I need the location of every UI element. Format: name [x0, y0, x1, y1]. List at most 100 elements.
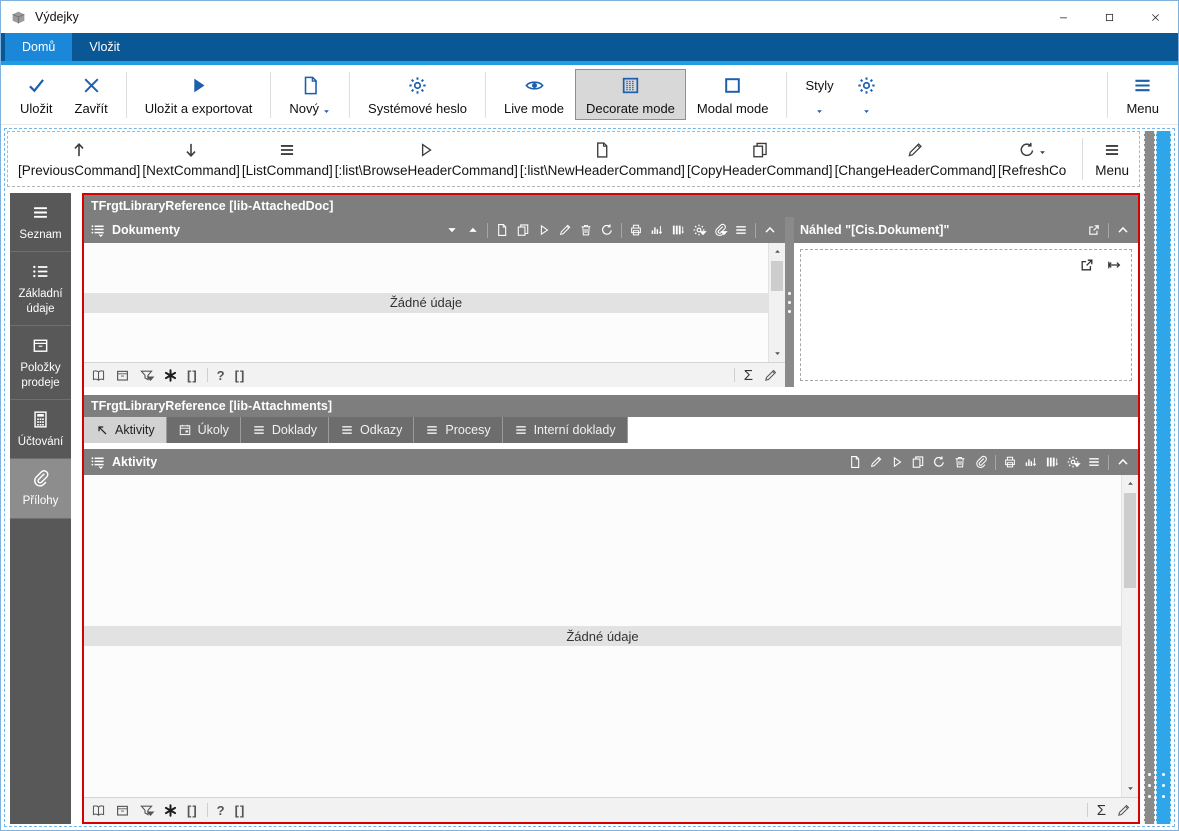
doc-icon[interactable] — [495, 223, 509, 237]
brackets-icon[interactable]: [] — [187, 803, 198, 818]
dokumenty-scrollbar[interactable] — [768, 243, 785, 362]
caret-down-icon[interactable] — [445, 223, 459, 237]
sidebar-item-seznam[interactable]: Seznam — [10, 193, 71, 253]
ribbon-tab-vlozit[interactable]: Vložit — [72, 33, 137, 61]
asterisk-icon[interactable] — [163, 803, 178, 818]
refresh-icon[interactable] — [932, 455, 946, 469]
printer-icon[interactable] — [629, 223, 643, 237]
dokumenty-grid[interactable]: Žádné údaje — [84, 243, 785, 362]
pencil-icon[interactable] — [1116, 803, 1131, 818]
brackets-icon[interactable]: [] — [235, 803, 246, 818]
sigma-icon[interactable]: Σ — [744, 367, 754, 384]
panel-menu-icon[interactable] — [90, 454, 106, 470]
command-menu-button[interactable]: Menu — [1095, 140, 1129, 178]
sidebar-item-prilohy[interactable]: Přílohy — [10, 459, 71, 519]
close-button[interactable] — [1132, 1, 1178, 33]
panel-menu-icon[interactable] — [90, 222, 106, 238]
tab-odkazy[interactable]: Odkazy — [329, 417, 415, 443]
scroll-up-arrow[interactable] — [1122, 476, 1138, 491]
new-button[interactable]: Nový — [278, 69, 342, 120]
external-icon[interactable] — [1087, 223, 1101, 237]
panel-splitter[interactable] — [785, 217, 794, 387]
new-header-command-button[interactable]: [:list\NewHeaderCommand] — [520, 140, 685, 178]
paperclip-icon[interactable] — [713, 223, 727, 237]
scroll-down-arrow[interactable] — [769, 346, 785, 361]
sigma-icon[interactable]: Σ — [1097, 802, 1107, 819]
system-password-button[interactable]: Systémové heslo — [357, 69, 478, 120]
previous-command-button[interactable]: [PreviousCommand] — [18, 140, 140, 178]
sidebar-item-zakladni-udaje[interactable]: Základní údaje — [10, 252, 71, 327]
vertical-splitter[interactable] — [1144, 131, 1155, 824]
tab-interni-doklady[interactable]: Interní doklady — [502, 417, 628, 443]
styles-button[interactable]: Styly — [794, 69, 844, 120]
aktivity-scrollbar[interactable] — [1121, 475, 1138, 797]
list-command-button[interactable]: [ListCommand] — [242, 140, 333, 178]
tab-doklady[interactable]: Doklady — [240, 417, 330, 443]
refresh-icon[interactable] — [600, 223, 614, 237]
gear-icon[interactable] — [692, 223, 706, 237]
question-icon[interactable]: ? — [217, 368, 226, 383]
doc-icon[interactable] — [848, 455, 862, 469]
asterisk-icon[interactable] — [163, 368, 178, 383]
trash-icon[interactable] — [953, 455, 967, 469]
trash-icon[interactable] — [579, 223, 593, 237]
browse-header-command-button[interactable]: [:list\BrowseHeaderCommand] — [335, 140, 518, 178]
chevron-up-icon[interactable] — [1116, 223, 1130, 237]
maximize-button[interactable] — [1086, 1, 1132, 33]
hamburger-icon[interactable] — [1087, 455, 1101, 469]
question-icon[interactable]: ? — [217, 803, 226, 818]
chevron-up-icon[interactable] — [1116, 455, 1130, 469]
modal-mode-button[interactable]: Modal mode — [686, 69, 780, 120]
form-scrollbar[interactable] — [1156, 131, 1171, 824]
refresh-command-button[interactable]: [RefreshCo — [998, 140, 1066, 178]
archive-box-icon[interactable] — [115, 368, 130, 383]
filter-icon[interactable] — [139, 803, 154, 818]
play-icon[interactable] — [890, 455, 904, 469]
resize-h-icon[interactable] — [1106, 257, 1122, 273]
copy-header-command-button[interactable]: [CopyHeaderCommand] — [687, 140, 833, 178]
pencil-icon[interactable] — [869, 455, 883, 469]
archive-box-icon[interactable] — [115, 803, 130, 818]
columns-icon[interactable] — [671, 223, 685, 237]
save-button[interactable]: Uložit — [9, 69, 64, 120]
filter-icon[interactable] — [139, 368, 154, 383]
menu-button[interactable]: Menu — [1115, 69, 1170, 120]
sidebar-item-polozky-prodeje[interactable]: Položky prodeje — [10, 326, 71, 400]
copy-icon[interactable] — [911, 455, 925, 469]
scroll-up-arrow[interactable] — [769, 244, 785, 259]
caret-up-icon[interactable] — [466, 223, 480, 237]
chevron-up-icon[interactable] — [763, 223, 777, 237]
copy-icon[interactable] — [516, 223, 530, 237]
columns-icon[interactable] — [1045, 455, 1059, 469]
ribbon-tab-domu[interactable]: Domů — [5, 33, 73, 61]
next-command-button[interactable]: [NextCommand] — [142, 140, 240, 178]
play-icon[interactable] — [537, 223, 551, 237]
scroll-thumb[interactable] — [1124, 493, 1136, 588]
tab-procesy[interactable]: Procesy — [414, 417, 503, 443]
chart-icon[interactable] — [650, 223, 664, 237]
save-and-export-button[interactable]: Uložit a exportovat — [134, 69, 264, 120]
minimize-button[interactable] — [1040, 1, 1086, 33]
chart-icon[interactable] — [1024, 455, 1038, 469]
sidebar-item-uctovani[interactable]: Účtování — [10, 400, 71, 460]
close-button[interactable]: Zavřít — [64, 69, 119, 120]
tab-ukoly[interactable]: Úkoly — [166, 417, 241, 443]
paperclip-icon[interactable] — [974, 455, 988, 469]
scroll-down-arrow[interactable] — [1122, 781, 1138, 796]
decorate-mode-button[interactable]: Decorate mode — [575, 69, 686, 120]
settings-button[interactable] — [845, 69, 888, 120]
external-icon[interactable] — [1079, 257, 1095, 273]
book-icon[interactable] — [91, 803, 106, 818]
book-icon[interactable] — [91, 368, 106, 383]
pencil-icon[interactable] — [558, 223, 572, 237]
brackets-icon[interactable]: [] — [187, 368, 198, 383]
gear-icon[interactable] — [1066, 455, 1080, 469]
pencil-icon[interactable] — [763, 368, 778, 383]
printer-icon[interactable] — [1003, 455, 1017, 469]
tab-aktivity[interactable]: Aktivity — [84, 417, 167, 443]
aktivity-grid[interactable]: Žádné údaje — [84, 475, 1138, 797]
scroll-thumb[interactable] — [771, 261, 783, 291]
brackets-icon[interactable]: [] — [235, 368, 246, 383]
change-header-command-button[interactable]: [ChangeHeaderCommand] — [835, 140, 996, 178]
live-mode-button[interactable]: Live mode — [493, 69, 575, 120]
